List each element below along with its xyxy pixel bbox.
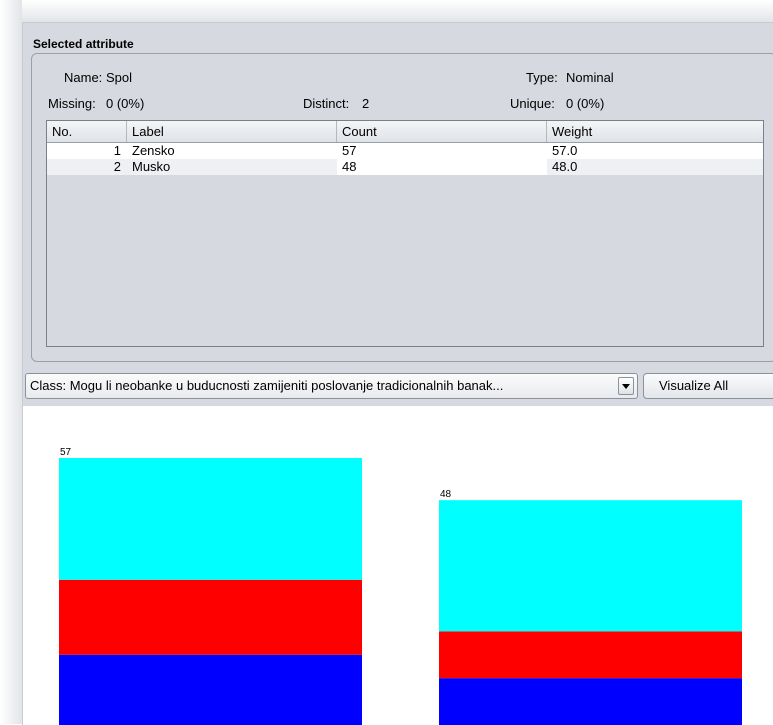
bar-segment-zensko-0 (59, 654, 362, 725)
unique-value: 0 (0%) (566, 96, 605, 111)
window-shadow-left (0, 0, 22, 724)
name-value: Spol (106, 70, 133, 85)
table-row[interactable]: 2 Musko 48 48.0 (47, 159, 763, 175)
row-count: 57 (342, 143, 357, 158)
bar-count-label: 57 (60, 447, 72, 458)
unique-label: Unique: (510, 96, 555, 111)
class-bar: Class: Mogu li neobanke u buducnosti zam… (23, 371, 773, 403)
type-label: Type: (526, 70, 558, 85)
distinct-value: 2 (362, 96, 370, 111)
type-value: Nominal (566, 70, 614, 85)
table-header: No. Label Count Weight (47, 121, 763, 143)
column-header-weight[interactable]: Weight (547, 121, 763, 142)
missing-value: 0 (0%) (106, 96, 145, 111)
chevron-down-icon (622, 384, 630, 389)
window-shadow-top (0, 0, 773, 22)
distinct-label: Distinct: (303, 96, 350, 111)
column-header-no[interactable]: No. (47, 121, 127, 142)
table-row[interactable]: 1 Zensko 57 57.0 (47, 143, 763, 159)
attribute-frame: Selected attribute Name: Spol Missing: 0… (22, 22, 773, 725)
name-label: Name: (64, 70, 103, 85)
bar-segment-musko-2 (439, 500, 742, 632)
row-weight: 48.0 (552, 159, 578, 174)
row-label: Musko (132, 159, 171, 174)
class-select-value: Class: Mogu li neobanke u buducnosti zam… (30, 378, 504, 393)
row-label: Zensko (132, 143, 175, 158)
bar-count-label: 48 (440, 489, 452, 500)
bar-segment-musko-0 (439, 678, 742, 725)
bar-segment-zensko-1 (59, 579, 362, 655)
row-count: 48 (337, 159, 547, 175)
bar-segment-musko-1 (439, 631, 742, 679)
visualize-all-button[interactable]: Visualize All (643, 373, 773, 399)
row-weight: 57.0 (552, 143, 578, 158)
column-header-label[interactable]: Label (127, 121, 337, 142)
panel-title: Selected attribute (33, 37, 134, 51)
values-table[interactable]: No. Label Count Weight 1 Zensko 57 57.0 … (46, 120, 764, 347)
missing-label: Missing: (48, 96, 96, 111)
row-number: 1 (113, 143, 121, 158)
attribute-groupbox: Name: Spol Missing: 0 (0%) Distinct: 2 T… (31, 53, 773, 362)
bar-segment-zensko-2 (59, 458, 362, 580)
class-distribution-chart: 57 48 (23, 406, 773, 725)
row-number: 2 (113, 159, 121, 174)
selected-attribute-panel: Selected attribute Name: Spol Missing: 0… (28, 33, 773, 362)
dropdown-button[interactable] (618, 377, 634, 395)
class-select[interactable]: Class: Mogu li neobanke u buducnosti zam… (25, 373, 638, 399)
chart-svg: 57 48 (59, 447, 742, 725)
column-header-count[interactable]: Count (337, 121, 547, 142)
